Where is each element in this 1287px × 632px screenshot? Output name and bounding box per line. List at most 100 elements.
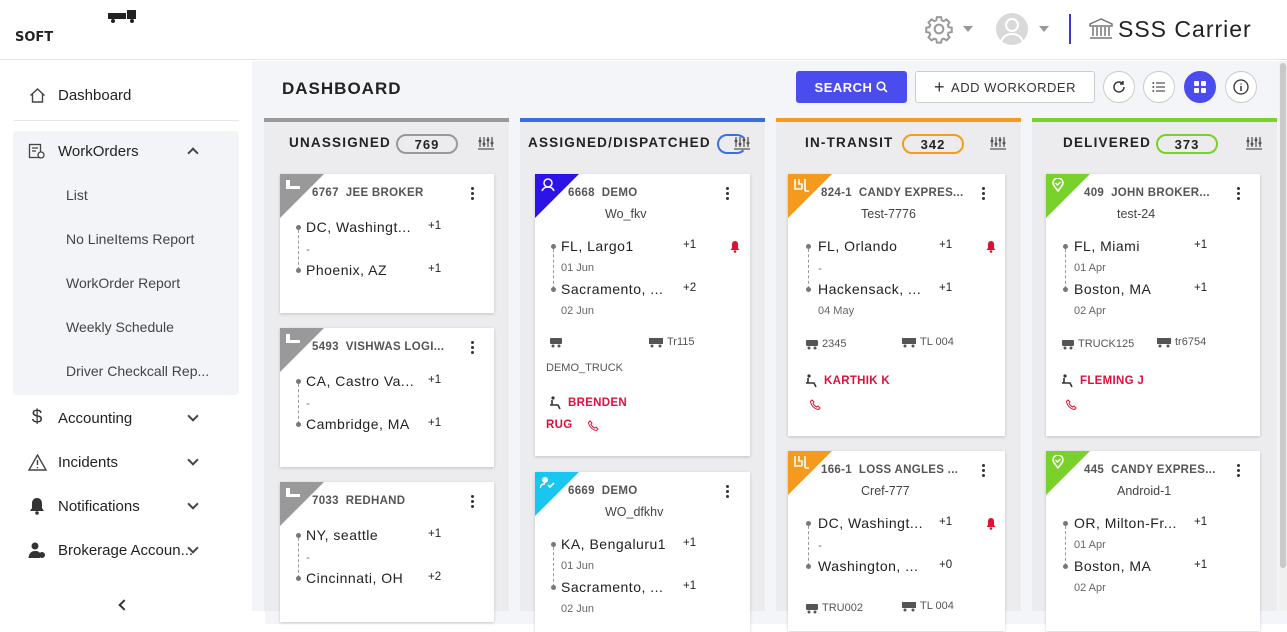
driver-name[interactable]: FLEMING J [1061, 374, 1144, 388]
more-options-icon[interactable] [982, 464, 986, 478]
truck-icon [806, 603, 818, 613]
dropoff-extra-stops: +1 [939, 282, 953, 294]
home-icon [27, 85, 47, 105]
more-options-icon[interactable] [982, 187, 986, 201]
route-line [298, 538, 299, 578]
column-header: IN-TRANSIT 342 [776, 118, 1021, 158]
driver-name[interactable]: KARTHIK K [805, 374, 890, 388]
trailer-icon [902, 601, 916, 611]
search-button[interactable]: SEARCH [796, 71, 907, 103]
sidebar-sub-weekly-schedule[interactable]: Weekly Schedule [66, 319, 174, 335]
workorder-card[interactable]: 166-1 LOSS ANGLES ... Cref-777 DC, Washi… [788, 451, 1005, 631]
list-view-button[interactable] [1143, 71, 1175, 103]
sidebar-sub-workorder-report[interactable]: WorkOrder Report [66, 275, 180, 291]
workorder-settings-icon [27, 141, 47, 161]
pickup-city: FL, Largo1 [561, 238, 634, 254]
pickup-city: DC, Washingt... [818, 515, 924, 531]
sidebar-item-dashboard[interactable]: Dashboard [27, 81, 131, 109]
delivered-location-icon [1052, 178, 1064, 192]
page-scrollbar[interactable] [1279, 61, 1287, 611]
card-reference: Test-7776 [861, 207, 916, 221]
refresh-button[interactable] [1103, 71, 1135, 103]
brand-logo[interactable]: eTrucking SOFT [13, 10, 1287, 624]
grid-view-button[interactable] [1184, 71, 1216, 103]
route-line [298, 230, 299, 270]
dropoff-city: Washington, ... [818, 558, 919, 574]
add-workorder-button[interactable]: + ADD WORKORDER [915, 71, 1095, 103]
column-settings-icon[interactable] [1244, 135, 1264, 151]
alert-bell-icon[interactable] [985, 240, 997, 253]
more-options-icon[interactable] [726, 187, 730, 201]
unassigned-bed-icon [286, 334, 300, 343]
warning-icon [27, 452, 47, 472]
sidebar-sub-no-lineitems-report[interactable]: No LineItems Report [66, 231, 194, 247]
column-title: IN-TRANSIT [805, 135, 894, 150]
more-options-icon[interactable] [1237, 187, 1241, 201]
workorder-card[interactable]: 445 CANDY EXPRES... Android-1 OR, Milton… [1046, 451, 1260, 631]
driver-name-secondary[interactable]: RUG [546, 419, 604, 431]
sidebar-item-incidents[interactable]: Incidents [27, 448, 227, 476]
pickup-city: DC, Washingt... [306, 219, 412, 235]
more-options-icon[interactable] [471, 341, 475, 355]
truck-icon [1062, 339, 1074, 349]
chevron-down-icon[interactable] [187, 454, 199, 466]
alert-bell-icon[interactable] [985, 517, 997, 530]
column-settings-icon[interactable] [476, 135, 496, 151]
route-line [808, 249, 809, 289]
column-count-badge: 769 [396, 134, 458, 154]
more-options-icon[interactable] [471, 495, 475, 509]
phone-icon[interactable] [588, 419, 600, 431]
pickup-city: FL, Orlando [818, 238, 898, 254]
company-name[interactable]: SSS Carrier [1118, 14, 1252, 44]
phone-icon[interactable] [810, 399, 821, 410]
workorder-card[interactable]: 6668 DEMO Wo_fkv FL, Largo1 +1 01 Jun Sa… [535, 174, 750, 456]
truck-info [549, 337, 566, 348]
workorder-card[interactable]: 409 JOHN BROKER... test-24 FL, Miami +1 … [1046, 174, 1260, 436]
phone-icon[interactable] [1066, 399, 1077, 410]
settings-chevron-down-icon[interactable] [963, 26, 973, 32]
trailer-info: Tr115 [648, 336, 695, 348]
workorder-card[interactable]: 5493 VISHWAS LOGI... CA, Castro Va... +1… [280, 328, 494, 467]
user-chevron-down-icon[interactable] [1039, 26, 1049, 32]
more-options-icon[interactable] [1237, 464, 1241, 478]
chevron-up-icon[interactable] [187, 147, 199, 159]
info-button[interactable] [1225, 71, 1257, 103]
dropoff-date: 04 May [818, 305, 855, 317]
workorder-card[interactable]: 824-1 CANDY EXPRES... Test-7776 FL, Orla… [788, 174, 1005, 436]
more-options-icon[interactable] [471, 187, 475, 201]
route-separator: - [818, 261, 822, 275]
sidebar-item-accounting[interactable]: $ Accounting [27, 404, 227, 432]
workorder-card[interactable]: 7033 REDHAND NY, seattle +1 - Cincinnati… [280, 482, 494, 622]
page-title: DASHBOARD [282, 79, 402, 98]
assigned-driver-icon [541, 178, 555, 192]
trailer-info: TL 004 [901, 336, 954, 348]
trailer-info: tr6754 [1156, 336, 1206, 348]
chevron-down-icon[interactable] [187, 498, 199, 510]
sidebar-item-notifications[interactable]: Notifications [27, 492, 227, 520]
route-line [553, 249, 554, 289]
pickup-city: NY, seattle [306, 527, 379, 543]
column-settings-icon[interactable] [988, 135, 1008, 151]
sidebar-item-workorders[interactable]: WorkOrders [27, 137, 227, 165]
alert-bell-icon[interactable] [729, 240, 741, 253]
pickup-extra-stops: +1 [1194, 239, 1208, 251]
user-avatar-icon[interactable] [996, 13, 1028, 45]
chevron-down-icon[interactable] [187, 410, 199, 422]
driver-check-icon [540, 477, 555, 489]
workorder-card[interactable]: 6767 JEE BROKER DC, Washingt... +1 - Pho… [280, 174, 494, 313]
driver-name[interactable]: BRENDEN [549, 396, 627, 410]
more-options-icon[interactable] [726, 485, 730, 499]
gear-icon[interactable] [924, 14, 954, 44]
collapse-sidebar-icon[interactable] [118, 599, 130, 611]
scrollbar-thumb[interactable] [1280, 63, 1286, 568]
sidebar-item-brokerage[interactable]: Brokerage Accoun... [27, 536, 227, 564]
column-settings-icon[interactable] [732, 135, 752, 151]
pickup-date: 01 Jun [561, 262, 595, 274]
route-line [808, 526, 809, 566]
sidebar-sub-list[interactable]: List [66, 187, 88, 203]
dropoff-dot [296, 576, 301, 581]
trailer-icon [649, 337, 663, 347]
sidebar-sub-driver-checkcall-report[interactable]: Driver Checkcall Rep... [66, 363, 209, 379]
dropoff-city: Sacramento, ... [561, 281, 664, 297]
workorder-card[interactable]: 6669 DEMO WO_dfkhv KA, Bengaluru1 +1 01 … [535, 472, 750, 632]
